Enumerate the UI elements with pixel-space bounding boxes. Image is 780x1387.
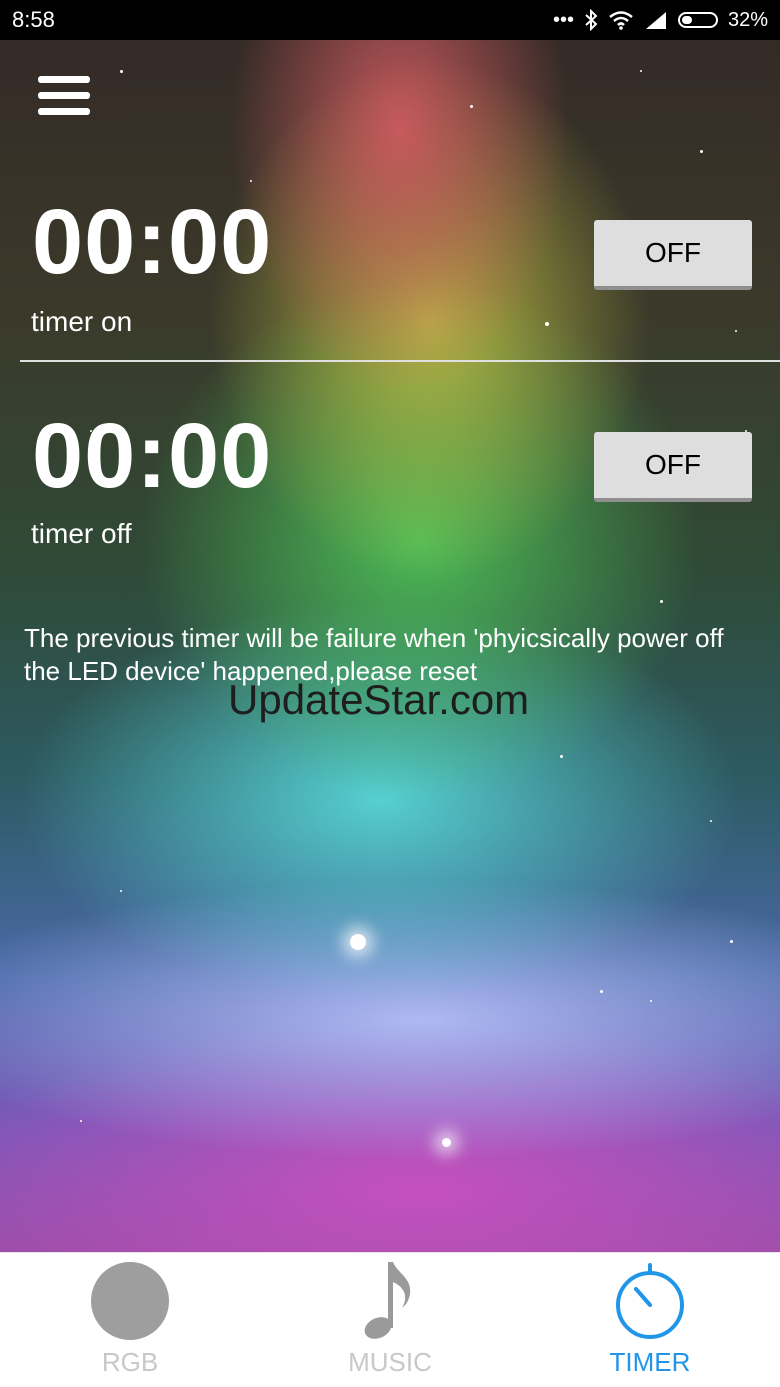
timer-icon xyxy=(610,1261,690,1341)
bluetooth-icon xyxy=(585,9,598,31)
watermark: UpdateStar.com xyxy=(228,676,530,723)
status-icons: ••• 32% xyxy=(553,9,768,32)
wifi-icon xyxy=(609,11,633,30)
timer-off-label: timer off xyxy=(31,518,132,549)
signal-icon xyxy=(645,12,666,29)
nav-label-timer: TIMER xyxy=(609,1347,691,1377)
nav-item-music[interactable]: MUSIC xyxy=(260,1253,520,1387)
battery-icon xyxy=(677,12,718,28)
timer-on-label: timer on xyxy=(31,306,133,337)
timer-off-toggle-button[interactable]: OFF xyxy=(594,432,752,502)
timer-on-value[interactable]: 00:00 xyxy=(32,196,272,288)
more-icon: ••• xyxy=(552,8,574,31)
hamburger-menu-icon[interactable] xyxy=(38,76,90,116)
music-note-icon xyxy=(350,1261,430,1341)
circle-icon xyxy=(90,1261,170,1341)
status-bar: 8:58 ••• 32% xyxy=(0,0,780,40)
bottom-navigation: RGB MUSIC TIMER xyxy=(0,1252,780,1387)
nav-item-timer[interactable]: TIMER xyxy=(520,1253,780,1387)
battery-percent: 32% xyxy=(727,8,768,31)
nav-item-rgb[interactable]: RGB xyxy=(0,1253,260,1387)
nav-label-rgb: RGB xyxy=(101,1347,159,1377)
timer-off-value[interactable]: 00:00 xyxy=(32,410,272,502)
timer-on-toggle-button[interactable]: OFF xyxy=(594,220,752,290)
status-time: 8:58 xyxy=(12,7,55,32)
divider xyxy=(20,360,780,362)
nav-label-music: MUSIC xyxy=(348,1347,432,1377)
